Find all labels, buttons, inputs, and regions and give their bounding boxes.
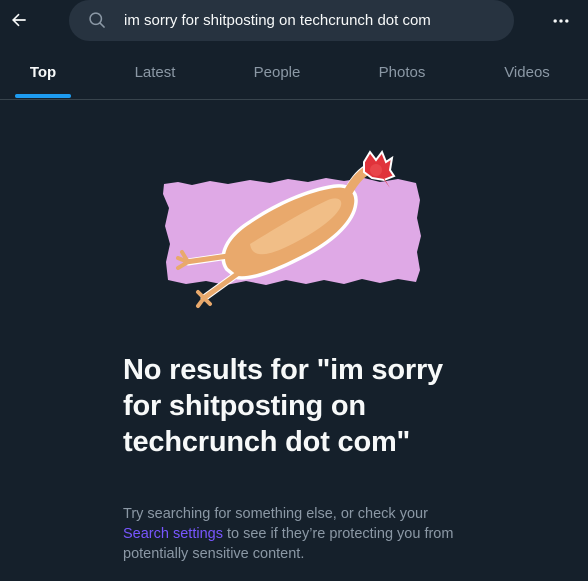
top-bar [0, 0, 588, 42]
search-icon [89, 12, 105, 28]
search-tabs: Top Latest People Photos Videos [0, 46, 588, 100]
tab-top[interactable]: Top [0, 46, 86, 99]
tab-videos[interactable]: Videos [478, 46, 576, 99]
active-tab-indicator [15, 94, 71, 98]
more-horizontal-icon [553, 19, 569, 23]
tab-people[interactable]: People [228, 46, 326, 99]
search-input[interactable] [124, 0, 504, 41]
back-button[interactable] [2, 4, 36, 36]
tab-label: Latest [134, 64, 176, 81]
more-button[interactable] [546, 6, 576, 36]
tab-label: People [253, 64, 301, 81]
search-settings-link[interactable]: Search settings [123, 526, 223, 542]
tab-label: Top [29, 64, 57, 81]
arrow-left-icon [12, 13, 26, 27]
no-results-headline: No results for "im sorry for shitposting… [123, 354, 443, 458]
tab-latest[interactable]: Latest [106, 46, 204, 99]
search-box[interactable] [69, 0, 514, 41]
tab-photos[interactable]: Photos [353, 46, 451, 99]
no-results-description: Try searching for something else, or che… [123, 504, 463, 564]
search-results-page: Top Latest People Photos Videos [0, 0, 588, 581]
rubber-chicken-illustration [163, 149, 421, 308]
description-text-before: Try searching for something else, or che… [123, 506, 428, 522]
tab-label: Photos [378, 64, 426, 81]
tab-label: Videos [504, 64, 550, 81]
